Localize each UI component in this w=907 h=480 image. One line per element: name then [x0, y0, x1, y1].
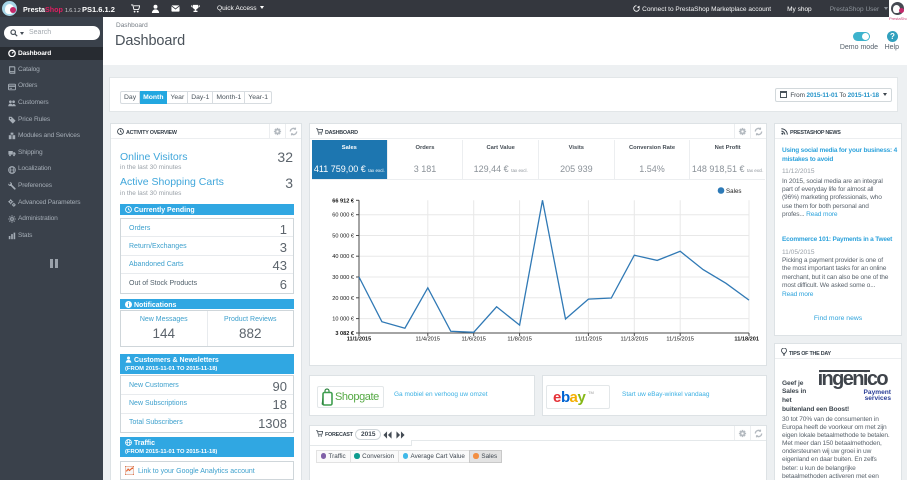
svg-text:11/4/2015: 11/4/2015 — [416, 337, 440, 343]
svg-text:11/1/2015: 11/1/2015 — [347, 337, 372, 343]
svg-text:40 000 €: 40 000 € — [332, 254, 355, 260]
svg-text:60 000 €: 60 000 € — [332, 213, 355, 219]
svg-text:11/6/2015: 11/6/2015 — [461, 337, 485, 343]
svg-text:11/11/2015: 11/11/2015 — [575, 337, 602, 343]
svg-text:Sales: Sales — [726, 188, 741, 195]
svg-text:11/15/2015: 11/15/2015 — [666, 337, 694, 343]
svg-text:50 000 €: 50 000 € — [332, 234, 355, 240]
svg-text:30 000 €: 30 000 € — [332, 275, 355, 281]
svg-text:11/18/201: 11/18/201 — [734, 337, 759, 343]
svg-text:20 000 €: 20 000 € — [332, 296, 355, 302]
svg-text:11/8/2015: 11/8/2015 — [507, 337, 531, 343]
svg-text:10 000 €: 10 000 € — [332, 317, 355, 323]
svg-text:11/13/2015: 11/13/2015 — [621, 337, 649, 343]
svg-text:66 912 €: 66 912 € — [332, 198, 355, 204]
